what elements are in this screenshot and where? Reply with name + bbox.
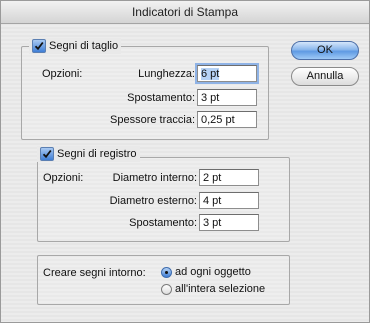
- radio-each-object-label: ad ogni oggetto: [175, 266, 251, 278]
- ok-button[interactable]: OK: [291, 41, 359, 60]
- checkmark-icon: [42, 149, 52, 159]
- radio-entire-selection-button[interactable]: [161, 283, 172, 295]
- radio-entire-selection[interactable]: all'intera selezione: [161, 283, 265, 295]
- crop-marks-label: Segni di taglio: [49, 40, 119, 52]
- crop-length-field[interactable]: 6 pt: [197, 65, 257, 82]
- inner-diameter-label: Diametro interno:: [112, 172, 197, 184]
- crop-options-label: Opzioni:: [42, 68, 83, 80]
- cancel-button[interactable]: Annulla: [291, 67, 359, 86]
- registration-marks-toggle[interactable]: Segni di registro: [37, 146, 140, 162]
- radio-each-object[interactable]: ad ogni oggetto: [161, 266, 251, 278]
- crop-length-label: Lunghezza:: [138, 68, 195, 80]
- crop-offset-label: Spostamento:: [127, 92, 195, 104]
- print-marks-dialog: Indicatori di Stampa Segni di taglio Opz…: [0, 0, 370, 323]
- registration-marks-checkbox[interactable]: [40, 147, 54, 161]
- outer-diameter-field[interactable]: 4 pt: [199, 192, 259, 209]
- crop-offset-field[interactable]: 3 pt: [197, 89, 257, 106]
- radio-entire-selection-label: all'intera selezione: [175, 283, 266, 295]
- registration-offset-label: Spostamento:: [129, 217, 197, 229]
- crop-length-value: 6 pt: [201, 68, 220, 80]
- create-marks-label: Creare segni intorno:: [43, 267, 146, 279]
- registration-options-label: Opzioni:: [43, 172, 84, 184]
- registration-marks-label: Segni di registro: [57, 148, 137, 160]
- crop-weight-field[interactable]: 0,25 pt: [197, 111, 257, 128]
- checkmark-icon: [34, 41, 44, 51]
- crop-marks-toggle[interactable]: Segni di taglio: [29, 38, 122, 54]
- radio-each-object-button[interactable]: [161, 266, 172, 278]
- registration-offset-field[interactable]: 3 pt: [199, 214, 259, 231]
- crop-weight-label: Spessore traccia:: [110, 114, 195, 126]
- outer-diameter-label: Diametro esterno:: [109, 195, 197, 207]
- dialog-title: Indicatori di Stampa: [1, 1, 369, 24]
- inner-diameter-field[interactable]: 2 pt: [199, 169, 259, 186]
- crop-marks-checkbox[interactable]: [32, 39, 46, 53]
- create-marks-group: [37, 255, 290, 305]
